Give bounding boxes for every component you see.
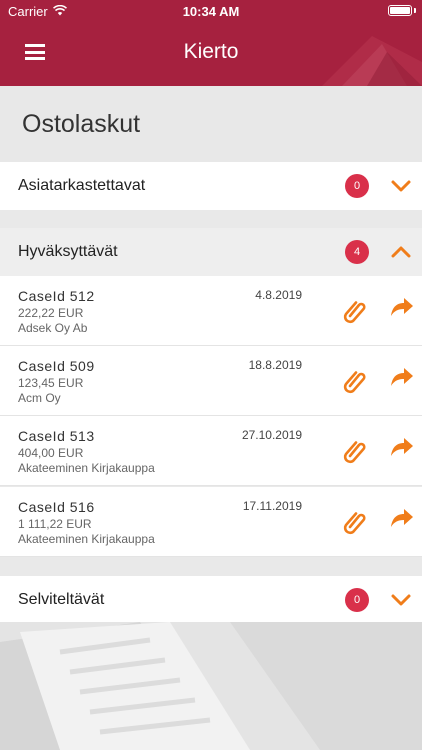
page-title-area: Ostolaskut bbox=[0, 86, 422, 162]
battery-icon bbox=[388, 5, 412, 16]
case-date: 4.8.2019 bbox=[255, 288, 302, 302]
chevron-down-icon[interactable] bbox=[390, 592, 412, 608]
section-label: Selviteltävät bbox=[18, 591, 105, 608]
case-amount: 222,22 EUR bbox=[18, 306, 84, 320]
case-company: Adsek Oy Ab bbox=[18, 321, 88, 335]
section-selviteltavat[interactable]: Selviteltävät 0 bbox=[0, 576, 422, 624]
app-title: Kierto bbox=[183, 40, 239, 63]
paperclip-icon[interactable] bbox=[342, 296, 368, 324]
case-title: CaseId 512 bbox=[18, 288, 95, 304]
section-label: Hyväksyttävät bbox=[18, 243, 118, 260]
count-badge: 0 bbox=[345, 174, 369, 198]
case-amount: 404,00 EUR bbox=[18, 446, 84, 460]
battery-tip bbox=[414, 8, 416, 13]
case-amount: 1 111,22 EUR bbox=[18, 517, 92, 531]
case-amount: 123,45 EUR bbox=[18, 376, 84, 390]
case-company: Akateeminen Kirjakauppa bbox=[18, 461, 155, 475]
forward-arrow-icon[interactable] bbox=[390, 366, 414, 388]
section-hyvaksyttavat[interactable]: Hyväksyttävät 4 bbox=[0, 228, 422, 276]
count-badge: 0 bbox=[345, 588, 369, 612]
case-row[interactable]: CaseId 512 4.8.2019 222,22 EUR Adsek Oy … bbox=[0, 276, 422, 346]
case-row[interactable]: CaseId 513 27.10.2019 404,00 EUR Akateem… bbox=[0, 416, 422, 486]
status-bar: Carrier 10:34 AM bbox=[0, 0, 422, 22]
page-title: Ostolaskut bbox=[22, 110, 141, 138]
forward-arrow-icon[interactable] bbox=[390, 436, 414, 458]
case-title: CaseId 513 bbox=[18, 428, 95, 444]
section-asiatarkastettavat[interactable]: Asiatarkastettavat 0 bbox=[0, 162, 422, 210]
case-row[interactable]: CaseId 509 18.8.2019 123,45 EUR Acm Oy bbox=[0, 346, 422, 416]
status-time: 10:34 AM bbox=[182, 4, 240, 19]
case-company: Acm Oy bbox=[18, 391, 61, 405]
count-badge: 4 bbox=[345, 240, 369, 264]
chevron-up-icon[interactable] bbox=[390, 244, 412, 260]
case-date: 18.8.2019 bbox=[248, 358, 302, 372]
paperclip-icon[interactable] bbox=[342, 436, 368, 464]
chevron-down-icon[interactable] bbox=[390, 178, 412, 194]
section-label: Asiatarkastettavat bbox=[18, 177, 146, 194]
case-date: 17.11.2019 bbox=[242, 499, 302, 513]
paperclip-icon[interactable] bbox=[342, 366, 368, 394]
forward-arrow-icon[interactable] bbox=[390, 507, 414, 529]
forward-arrow-icon[interactable] bbox=[390, 296, 414, 318]
paperclip-icon[interactable] bbox=[342, 507, 368, 535]
case-title: CaseId 516 bbox=[18, 499, 95, 515]
case-company: Akateeminen Kirjakauppa bbox=[18, 532, 155, 546]
app-header: Carrier 10:34 AM Kierto bbox=[0, 0, 422, 86]
case-row[interactable]: CaseId 516 17.11.2019 1 111,22 EUR Akate… bbox=[0, 487, 422, 557]
case-title: CaseId 509 bbox=[18, 358, 95, 374]
case-date: 27.10.2019 bbox=[241, 428, 302, 442]
background-paper-decoration bbox=[0, 622, 422, 750]
